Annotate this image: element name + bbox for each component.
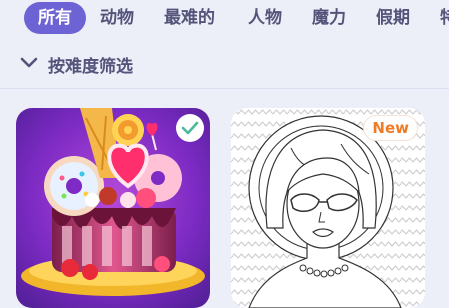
divider bbox=[0, 88, 449, 89]
tab-all[interactable]: 所有 bbox=[24, 2, 86, 34]
completed-badge bbox=[176, 114, 204, 142]
tab-hardest[interactable]: 最难的 bbox=[164, 2, 215, 34]
difficulty-filter-label: 按难度筛选 bbox=[48, 56, 133, 77]
new-badge: New bbox=[364, 116, 417, 140]
difficulty-filter[interactable]: 按难度筛选 bbox=[20, 48, 133, 80]
tab-holidays[interactable]: 假期 bbox=[376, 2, 410, 34]
picture-card-cake[interactable] bbox=[16, 108, 210, 308]
tab-people[interactable]: 人物 bbox=[248, 2, 282, 34]
tab-animals[interactable]: 动物 bbox=[100, 2, 134, 34]
tab-magic[interactable]: 魔力 bbox=[312, 2, 346, 34]
check-icon bbox=[181, 121, 199, 135]
category-tabs: 所有 动物 最难的 人物 魔力 假期 特 bbox=[0, 0, 449, 40]
tab-special[interactable]: 特 bbox=[440, 2, 449, 34]
chevron-down-icon bbox=[20, 54, 38, 74]
picture-card-portrait[interactable]: New bbox=[231, 108, 425, 308]
